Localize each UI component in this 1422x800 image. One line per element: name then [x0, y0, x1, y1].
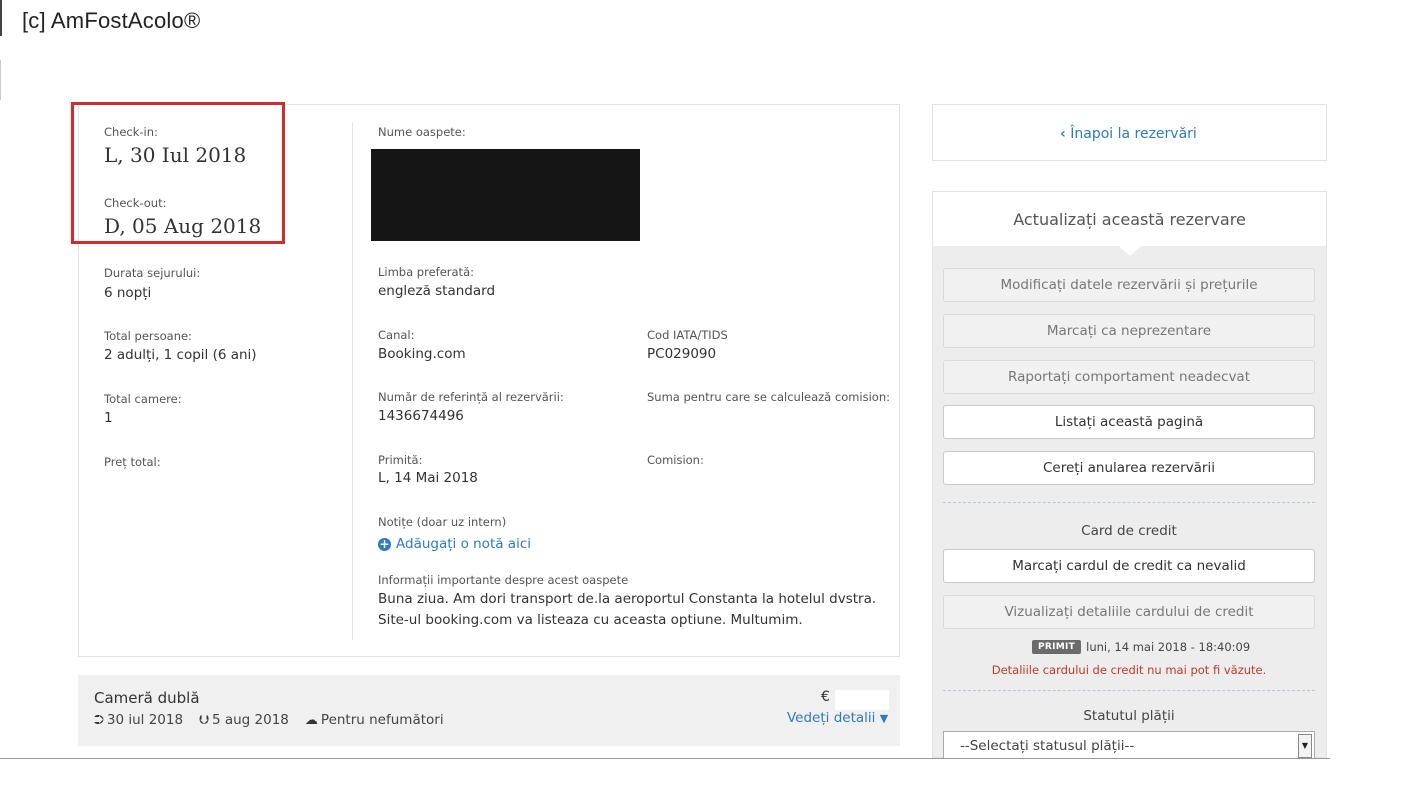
- guest-name-label: Nume oaspete:: [378, 125, 466, 139]
- commission-base-label: Suma pentru care se calculează comision:: [647, 390, 891, 404]
- update-panel-title: Actualizați această rezervare: [1013, 210, 1246, 229]
- language-value: engleză standard: [378, 283, 496, 299]
- section-divider: [943, 502, 1315, 503]
- sign-out-icon: ⮋: [199, 712, 209, 728]
- highlight-box: [71, 102, 285, 244]
- cloud-icon: ☁: [304, 712, 318, 728]
- bottom-margin: [0, 759, 1422, 800]
- language-label: Limba preferată:: [378, 265, 474, 279]
- credit-card-section-title: Card de credit: [1081, 523, 1177, 539]
- view-details-link[interactable]: Vedeți detalii ▼: [787, 710, 888, 726]
- room-title: Cameră dublă: [94, 689, 200, 707]
- section-divider-2: [943, 690, 1315, 691]
- payment-status-title: Statutul plății: [1083, 708, 1175, 724]
- persons-value: 2 adulți, 1 copil (6 ani): [104, 347, 257, 363]
- dropdown-arrow-icon[interactable]: ▼: [1298, 734, 1312, 758]
- room-checkin: 30 iul 2018: [106, 712, 184, 728]
- chevron-left-icon: ‹: [1060, 126, 1066, 142]
- price-label: Preț total:: [104, 455, 161, 469]
- window-edge-lower: [0, 60, 1, 100]
- modify-dates-button[interactable]: Modificați datele rezervării și prețuril…: [943, 268, 1315, 302]
- report-behavior-button[interactable]: Raportați comportament neadecvat: [943, 360, 1315, 394]
- received-badge: PRIMIT: [1032, 640, 1082, 654]
- rooms-label: Total camere:: [104, 392, 182, 406]
- notes-label: Notițe (doar uz intern): [378, 515, 507, 529]
- card-warning: Detaliile cardului de credit nu mai pot …: [991, 663, 1267, 677]
- header-arrow: [1119, 246, 1141, 256]
- bottom-border: [0, 758, 1330, 759]
- room-price-currency: €: [821, 689, 830, 705]
- room-smoking: Pentru nefumători: [320, 712, 444, 728]
- reference-label: Număr de referință al rezervării:: [378, 390, 564, 404]
- card-received-status: PRIMIT luni, 14 mai 2018 - 18:40:09: [1032, 640, 1250, 654]
- room-checkout: 5 aug 2018: [211, 712, 289, 728]
- window-edge: [0, 0, 2, 36]
- received-label: Primită:: [378, 453, 423, 467]
- guest-info-text: Buna ziua. Am dori transport de.la aerop…: [378, 591, 877, 628]
- received-value: L, 14 Mai 2018: [378, 470, 478, 486]
- mark-card-invalid-button[interactable]: Marcați cardul de credit ca nevalid: [943, 549, 1315, 583]
- column-divider: [352, 122, 353, 640]
- watermark: [c] AmFostAcolo®: [22, 8, 201, 33]
- view-details-text: Vedeți detalii: [787, 710, 876, 726]
- chevron-down-icon: ▼: [879, 712, 889, 725]
- request-cancellation-button[interactable]: Cereți anularea rezervării: [943, 451, 1315, 485]
- back-to-reservations-link[interactable]: ‹ Înapoi la rezervări: [1060, 126, 1197, 142]
- add-note-link[interactable]: + Adăugați o notă aici: [378, 536, 531, 552]
- duration-value: 6 nopți: [104, 285, 152, 301]
- room-summary-bar: [78, 675, 900, 746]
- payment-status-select[interactable]: --Selectați statusul plății-- ▼: [943, 731, 1315, 761]
- iata-value: PC029090: [647, 346, 717, 362]
- redacted-guest-name: [371, 149, 640, 241]
- mark-no-show-button[interactable]: Marcați ca neprezentare: [943, 314, 1315, 348]
- commission-label: Comision:: [647, 453, 704, 467]
- persons-label: Total persoane:: [104, 329, 192, 343]
- back-link-text: Înapoi la rezervări: [1070, 126, 1197, 142]
- sign-in-icon: ⮊: [94, 712, 104, 728]
- received-timestamp: luni, 14 mai 2018 - 18:40:09: [1086, 640, 1251, 654]
- add-note-text: Adăugați o notă aici: [396, 536, 531, 552]
- plus-circle-icon: +: [378, 536, 391, 551]
- room-price-redacted: [835, 690, 889, 710]
- payment-status-value: --Selectați statusul plății--: [960, 738, 1135, 754]
- info-label: Informații importante despre acest oaspe…: [378, 573, 629, 587]
- print-page-button[interactable]: Listați această pagină: [943, 405, 1315, 439]
- channel-label: Canal:: [378, 328, 415, 342]
- duration-label: Durata sejurului:: [104, 266, 201, 280]
- channel-value: Booking.com: [378, 346, 466, 362]
- view-card-details-button[interactable]: Vizualizați detaliile cardului de credit: [943, 595, 1315, 629]
- iata-label: Cod IATA/TIDS: [647, 328, 728, 342]
- rooms-value: 1: [104, 410, 113, 426]
- reference-value: 1436674496: [378, 408, 464, 424]
- update-panel-header: Actualizați această rezervare: [933, 192, 1326, 246]
- room-meta: ⮊ 30 iul 2018 ⮋ 5 aug 2018 ☁ Pentru nefu…: [94, 712, 444, 728]
